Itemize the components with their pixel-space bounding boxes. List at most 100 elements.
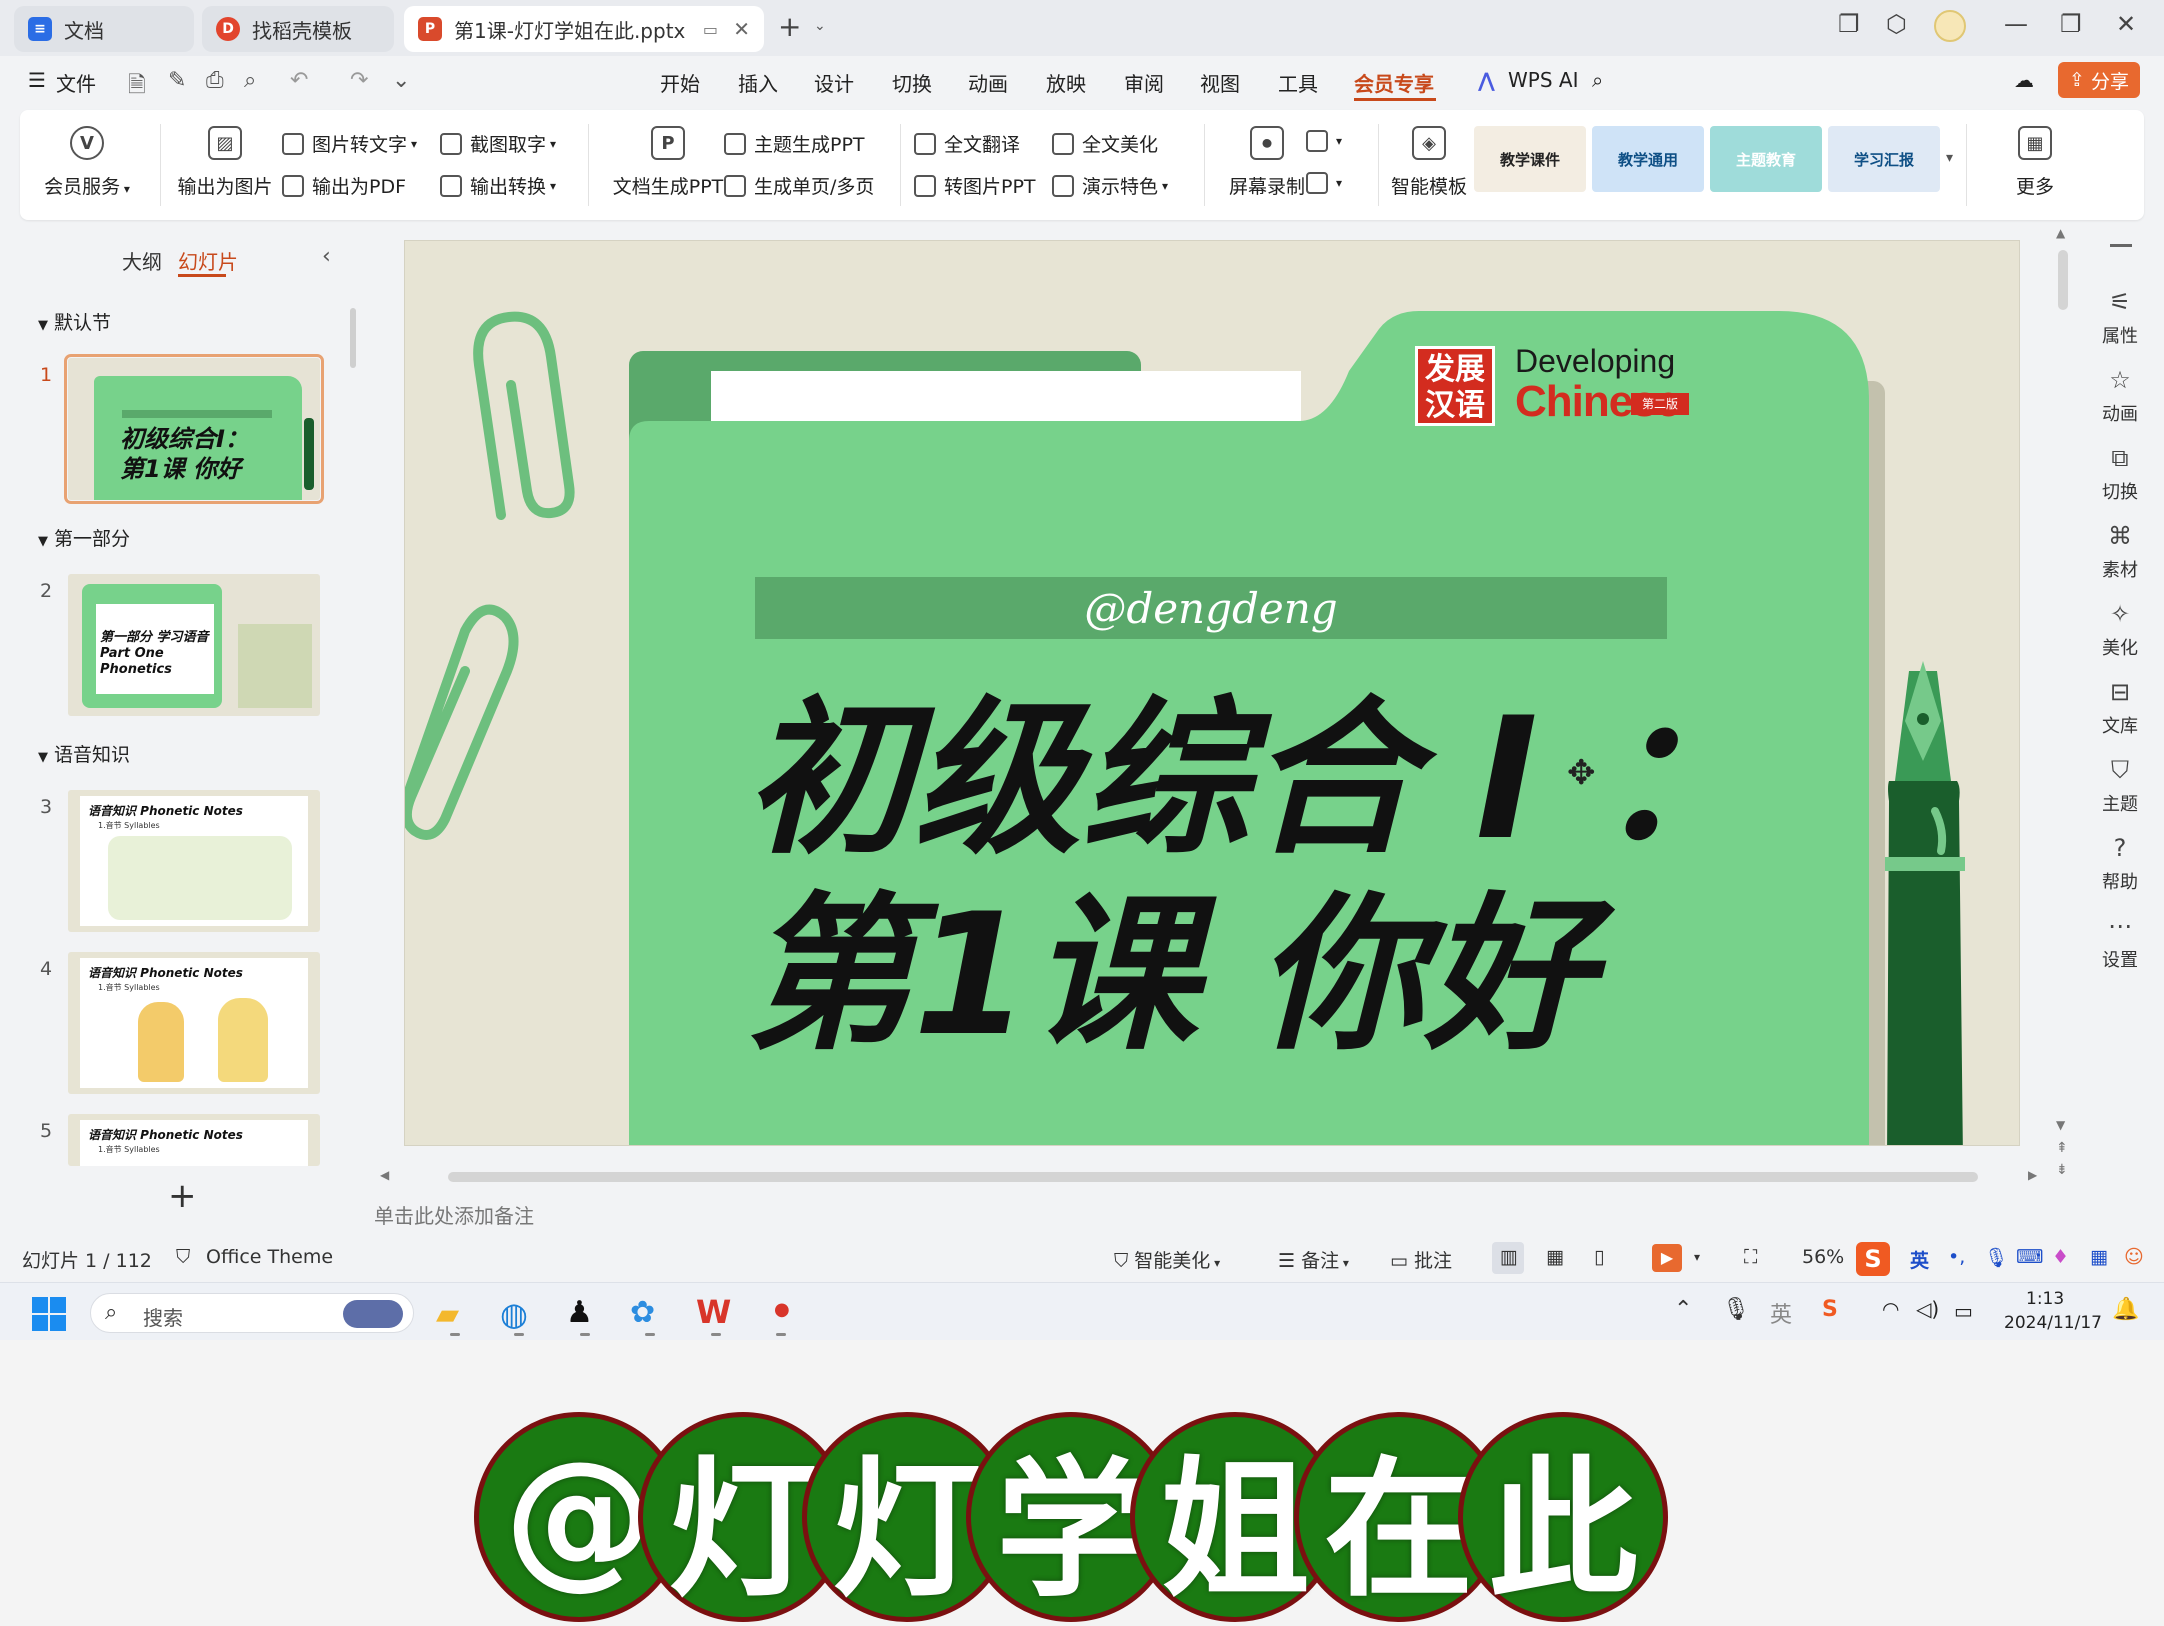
sidebar-collapse-icon[interactable]	[2110, 244, 2132, 247]
section-part-one[interactable]: ▼ 第一部分	[38, 524, 130, 551]
topic-ppt-button[interactable]: 主题生成PPT	[724, 130, 865, 157]
template-study-report[interactable]: 学习汇报	[1828, 126, 1940, 192]
collapse-panel-icon[interactable]: ‹	[322, 244, 331, 269]
ime-mascot-icon[interactable]: ☺	[2124, 1246, 2144, 1268]
windows-start-icon[interactable]	[32, 1297, 66, 1331]
menu-animation[interactable]: 动画	[968, 68, 1008, 97]
image-to-text-button[interactable]: 图片转文字 ▾	[282, 130, 417, 157]
single-multi-page-button[interactable]: 生成单页/多页	[724, 172, 874, 199]
sogou-ime-icon[interactable]: S	[1856, 1242, 1890, 1276]
qq-icon[interactable]: ♟	[566, 1295, 593, 1330]
sidebar-help[interactable]: ? 帮助	[2090, 834, 2150, 894]
play-options-icon[interactable]: ▾	[1694, 1250, 1700, 1264]
scroll-up-icon[interactable]: ▲	[2056, 226, 2065, 240]
print-preview-icon[interactable]: ⌕	[244, 68, 256, 93]
tab-docs[interactable]: ≡ 文档	[14, 6, 194, 52]
slide-sorter-icon[interactable]: ▦	[1546, 1246, 1564, 1268]
tab-current-file[interactable]: P 第1课-灯灯学姐在此.pptx ▭ ✕	[404, 6, 764, 52]
tab-outline[interactable]: 大纲	[122, 246, 162, 275]
print-icon[interactable]: ⎙	[206, 68, 224, 93]
comments-button[interactable]: ▭ 批注	[1390, 1246, 1452, 1273]
slide-thumbnail-4[interactable]: 语音知识 Phonetic Notes 1.音节 Syllables	[68, 952, 320, 1094]
beautify-button[interactable]: 全文美化	[1052, 130, 1158, 157]
cube-icon[interactable]: ⬡	[1886, 10, 1907, 38]
pinwheel-app-icon[interactable]: ✿	[630, 1295, 655, 1330]
slide-canvas[interactable]: 发展 汉语 Developing Chinese 第二版 @dengdeng 初…	[404, 240, 2020, 1146]
skin-icon[interactable]: ♦	[2052, 1246, 2069, 1268]
theme-name[interactable]: Office Theme	[206, 1246, 333, 1268]
prev-slide-icon[interactable]: ⇞	[2056, 1140, 2068, 1156]
template-teaching-general[interactable]: 教学通用	[1592, 126, 1704, 192]
window-mode-icon[interactable]: ❐	[1838, 10, 1860, 38]
avatar[interactable]	[1934, 10, 1966, 42]
reading-view-icon[interactable]: ▯	[1594, 1246, 1604, 1268]
more-quick-icon[interactable]: ⌄	[392, 68, 410, 93]
sidebar-theme[interactable]: ⛉ 主题	[2090, 756, 2150, 816]
tray-sogou-icon[interactable]: S	[1822, 1297, 1838, 1322]
wifi-icon[interactable]: ◠	[1882, 1297, 1899, 1321]
microphone-icon[interactable]: 🎙	[1984, 1246, 2008, 1269]
export-pdf-button[interactable]: 输出为PDF	[282, 172, 406, 199]
punctuation-icon[interactable]: •,	[1948, 1246, 1965, 1268]
sidebar-transition[interactable]: ⧉ 切换	[2090, 444, 2150, 504]
taskbar-search[interactable]: ⌕ 搜索	[90, 1293, 414, 1333]
share-button[interactable]: ⇪ 分享	[2058, 62, 2140, 98]
sidebar-library[interactable]: ⊟ 文库	[2090, 678, 2150, 738]
tab-slides[interactable]: 幻灯片	[178, 246, 238, 275]
template-expand-icon[interactable]: ▾	[1946, 150, 1953, 166]
template-teaching-courseware[interactable]: 教学课件	[1474, 126, 1586, 192]
play-slideshow-icon[interactable]: ▶	[1652, 1244, 1682, 1272]
slide-thumbnail-5[interactable]: 语音知识 Phonetic Notes 1.音节 Syllables	[68, 1114, 320, 1166]
export-convert-button[interactable]: 输出转换 ▾	[440, 172, 556, 199]
menu-file[interactable]: 文件	[56, 68, 96, 97]
restore-icon[interactable]: ❐	[2060, 10, 2082, 38]
section-default[interactable]: ▼ 默认节	[38, 308, 111, 335]
member-service-button[interactable]: V 会员服务 ▾	[32, 126, 142, 199]
translate-button[interactable]: 全文翻译	[914, 130, 1020, 157]
recording-app-icon[interactable]: ●	[774, 1299, 790, 1320]
keyboard-icon[interactable]: ⌨	[2016, 1246, 2043, 1268]
clock-time[interactable]: 1:13	[2026, 1289, 2064, 1309]
cloud-upload-icon[interactable]: ☁	[2014, 68, 2034, 92]
menu-member[interactable]: 会员专享	[1354, 68, 1434, 97]
scroll-right-icon[interactable]: ▶	[2028, 1168, 2037, 1182]
slide-thumbnail-1[interactable]: 初级综合Ⅰ： 第1课 你好	[64, 354, 324, 504]
notification-icon[interactable]: 🔔	[2112, 1297, 2139, 1322]
notes-input[interactable]: 单击此处添加备注	[374, 1194, 2034, 1232]
toolbox-icon[interactable]: ▦	[2090, 1246, 2108, 1268]
template-theme-education[interactable]: 主题教育	[1710, 126, 1822, 192]
menu-design[interactable]: 设计	[814, 68, 854, 97]
close-window-icon[interactable]: ✕	[2116, 10, 2136, 38]
redo-icon[interactable]: ↷	[350, 68, 368, 93]
next-slide-icon[interactable]: ⇟	[2056, 1162, 2068, 1178]
toolbox-dropdown[interactable]: ▾	[1306, 130, 1342, 152]
pen-icon[interactable]: ✎	[168, 68, 186, 93]
screenshot-text-button[interactable]: 截图取字 ▾	[440, 130, 556, 157]
menu-view[interactable]: 视图	[1200, 68, 1240, 97]
format-dropdown[interactable]: ▾	[1306, 172, 1342, 194]
smart-template-button[interactable]: ◈ 智能模板	[1374, 126, 1484, 199]
wps-icon[interactable]: W	[696, 1293, 731, 1331]
tab-docer[interactable]: D 找稻壳模板	[202, 6, 394, 52]
slide-thumbnail-3[interactable]: 语音知识 Phonetic Notes 1.音节 Syllables	[68, 790, 320, 932]
menu-transition[interactable]: 切换	[892, 68, 932, 97]
section-phonetics[interactable]: ▼ 语音知识	[38, 740, 130, 767]
sidebar-beautify[interactable]: ✧ 美化	[2090, 600, 2150, 660]
slide-title[interactable]: 初级综合 Ⅰ ： 第1课 你好	[745, 681, 1764, 1073]
edge-icon[interactable]: ◍	[500, 1295, 528, 1333]
horizontal-scrollbar-thumb[interactable]	[448, 1172, 1978, 1182]
hamburger-icon[interactable]: ☰	[28, 68, 46, 92]
sidebar-animation[interactable]: ☆ 动画	[2090, 366, 2150, 426]
menu-insert[interactable]: 插入	[738, 68, 778, 97]
scroll-down-icon[interactable]: ▼	[2056, 1118, 2065, 1132]
doc-to-ppt-button[interactable]: P 文档生成PPT	[598, 126, 738, 199]
ime-language[interactable]: 英	[1910, 1246, 1929, 1273]
panel-scrollbar[interactable]	[350, 308, 356, 368]
scroll-left-icon[interactable]: ◀	[380, 1168, 389, 1182]
tray-expand-icon[interactable]: ⌃	[1674, 1297, 1692, 1322]
sidebar-settings[interactable]: ⋯ 设置	[2090, 912, 2150, 972]
tray-ime-language[interactable]: 英	[1770, 1297, 1792, 1329]
close-tab-icon[interactable]: ✕	[733, 17, 750, 41]
more-button[interactable]: ▦ 更多	[1990, 126, 2080, 199]
export-image-button[interactable]: ▨ 输出为图片	[170, 126, 280, 199]
